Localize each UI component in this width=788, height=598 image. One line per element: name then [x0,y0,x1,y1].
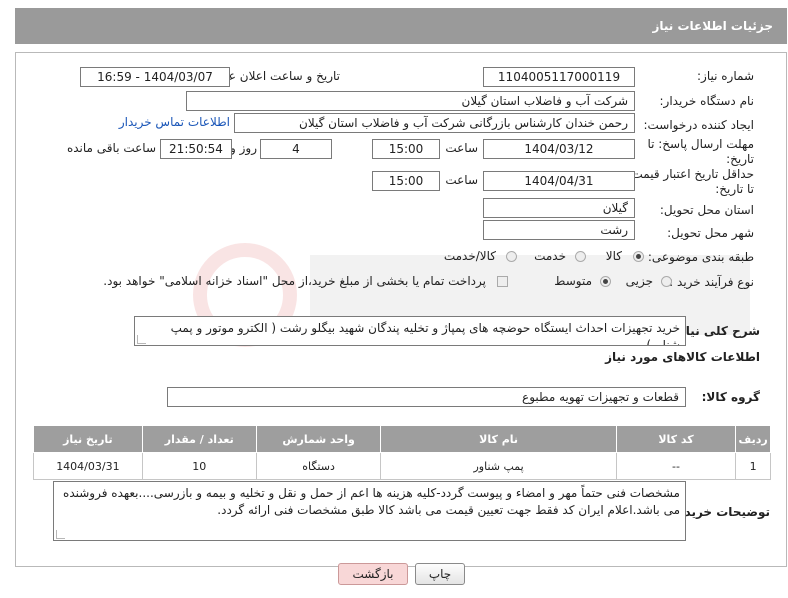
column-header-name: نام کالا [380,425,617,453]
deadline-time-label: ساعت [445,141,478,155]
buyer-org-field: شرکت آب و فاضلاب استان گیلان [186,91,635,111]
page-title: جزئیات اطلاعات نیاز [652,19,773,33]
print-button[interactable]: چاپ [415,563,465,585]
description-text: خرید تجهیزات احداث ایستگاه حوضچه های پمپ… [170,321,680,346]
back-button[interactable]: بازگشت [338,563,408,585]
category-service-label: خدمت [534,249,566,263]
treasury-payment-note: پرداخت تمام یا بخشی از مبلغ خرید،از محل … [103,274,486,288]
goods-group-label: گروه کالا: [701,390,760,404]
category-goods-service-label: کالا/خدمت [443,249,496,263]
buyer-notes-text: مشخصات فنی حتماً مهر و امضاء و پیوست گرد… [63,486,680,517]
deadline-date-field: 1404/03/12 [483,139,635,159]
validity-time-field: 15:00 [372,171,440,191]
column-header-need-date: تاریخ نیاز [33,425,143,453]
buyer-notes-field: مشخصات فنی حتماً مهر و امضاء و پیوست گرد… [53,481,686,541]
category-goods-label: کالا [605,249,622,263]
validity-label: حداقل تاریخ اعتبار قیمت: تا تاریخ: [627,167,754,196]
city-label: شهر محل تحویل: [667,226,754,240]
goods-table: ردیف کد کالا نام کالا واحد شمارش تعداد /… [33,425,771,480]
cell-name: پمپ شناور [380,452,617,480]
buyer-org-label: نام دستگاه خریدار: [659,94,755,108]
creator-label: ایجاد کننده درخواست: [643,118,754,132]
remaining-time-field: 21:50:54 [160,139,232,159]
validity-time-label: ساعت [445,173,478,187]
cell-row-number: 1 [735,452,771,480]
description-field: خرید تجهیزات احداث ایستگاه حوضچه های پمپ… [134,316,686,346]
city-field: رشت [483,220,635,240]
cell-code: -- [615,452,737,480]
column-header-quantity: تعداد / مقدار [141,425,257,453]
column-header-row-number: ردیف [735,425,771,453]
province-label: استان محل تحویل: [659,203,754,217]
description-label: شرح کلی نیاز: [674,324,760,338]
resize-grip-icon[interactable] [56,530,65,539]
category-goods-service-radio[interactable] [506,251,517,262]
cell-need-date: 1404/03/31 [33,452,143,480]
purchase-minor-label: جزیی [625,274,653,288]
resize-grip-icon[interactable] [137,335,146,344]
table-header-row: ردیف کد کالا نام کالا واحد شمارش تعداد /… [33,425,771,453]
page-header: جزئیات اطلاعات نیاز [15,8,787,44]
treasury-payment-checkbox[interactable] [497,276,508,287]
validity-date-field: 1404/04/31 [483,171,635,191]
purchase-type-label: نوع فرآیند خرید : [669,275,754,289]
purchase-medium-label: متوسط [554,274,592,288]
column-header-code: کد کالا [615,425,737,453]
purchase-medium-radio[interactable] [600,276,611,287]
days-remaining-field: 4 [260,139,332,159]
goods-info-title: اطلاعات کالاهای مورد نیاز [605,350,760,364]
goods-group-field: قطعات و تجهیزات تهویه مطبوع [167,387,686,407]
need-number-label: شماره نیاز: [697,69,754,83]
category-goods-radio[interactable] [633,251,644,262]
creator-field: رحمن خندان کارشناس بازرگانی شرکت آب و فا… [234,113,635,133]
buyer-contact-link[interactable]: اطلاعات تماس خریدار [119,115,230,129]
days-label: روز و [230,141,257,155]
cell-quantity: 10 [141,452,257,480]
announce-field: 1404/03/07 - 16:59 [80,67,230,87]
column-header-unit: واحد شمارش [255,425,382,453]
province-field: گیلان [483,198,635,218]
remaining-time-label: ساعت باقی مانده [66,141,156,155]
purchase-minor-radio[interactable] [661,276,672,287]
deadline-label: مهلت ارسال پاسخ: تا تاریخ: [647,137,754,166]
need-number-field: 1104005117000119 [483,67,635,87]
deadline-time-field: 15:00 [372,139,440,159]
cell-unit: دستگاه [255,452,382,480]
table-row[interactable]: 1 -- پمپ شناور دستگاه 10 1404/03/31 [33,452,771,480]
category-label: طبقه بندی موضوعی: [647,250,754,264]
category-service-radio[interactable] [575,251,586,262]
